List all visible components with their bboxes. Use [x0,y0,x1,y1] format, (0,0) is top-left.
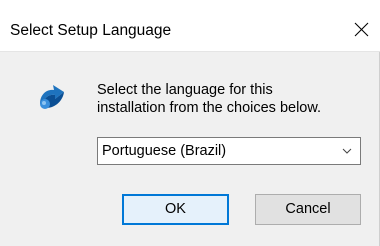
message-line-2: installation from the choices below. [97,100,322,116]
close-icon [354,22,369,37]
close-button[interactable] [342,14,380,52]
ok-button[interactable]: OK [122,194,229,225]
language-select[interactable]: Portuguese (Brazil) [97,137,361,165]
instruction-message: Select the language for this installatio… [97,81,321,117]
setup-language-dialog: Select Setup Language Select the languag… [0,0,380,246]
ok-button-label: OK [165,201,186,217]
chevron-down-icon [342,148,352,154]
setup-installer-icon [34,80,68,114]
language-select-value: Portuguese (Brazil) [102,143,227,159]
cancel-button-label: Cancel [285,201,331,217]
cancel-button[interactable]: Cancel [255,194,361,225]
title-bar: Select Setup Language [0,0,380,52]
message-line-1: Select the language for this [97,82,273,98]
window-title: Select Setup Language [10,22,172,39]
